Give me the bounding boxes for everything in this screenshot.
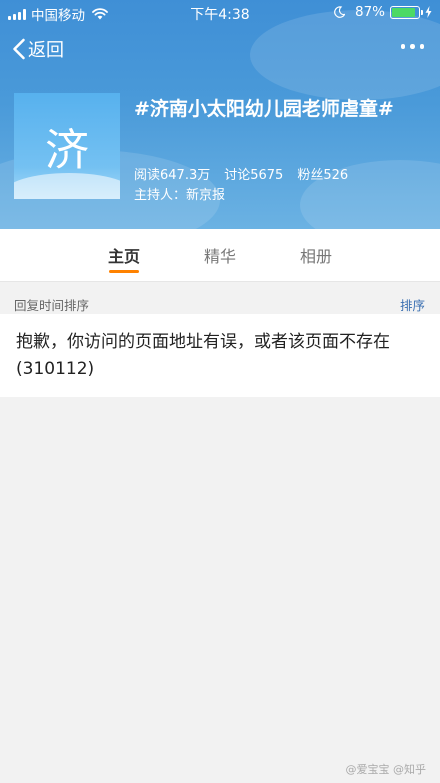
more-dot <box>410 44 415 49</box>
tab-label: 主页 <box>107 247 140 266</box>
tab-featured[interactable]: 精华 <box>190 243 250 267</box>
back-label: 返回 <box>28 40 64 61</box>
watermark: @爱宝宝 @知乎 <box>345 763 427 776</box>
battery-level-fill <box>392 7 415 17</box>
topic-logo: 济 <box>14 93 120 199</box>
more-options-button[interactable] <box>400 44 424 49</box>
tab-home[interactable]: 主页 <box>94 243 154 273</box>
battery-percent: 87% <box>354 4 385 20</box>
chevron-left-icon <box>13 38 25 60</box>
error-message-card: 抱歉，你访问的页面地址有误，或者该页面不存在 (310112) <box>0 314 440 397</box>
nav-bar: 返回 <box>0 32 440 68</box>
more-dot <box>400 44 405 49</box>
sort-bar: 回复时间排序 排序 <box>0 282 440 314</box>
fan-count: 粉丝526 <box>297 168 349 183</box>
tab-label: 精华 <box>203 247 236 266</box>
topic-title: #济南小太阳幼儿园老师虐童# <box>134 98 394 120</box>
tab-label: 相册 <box>299 247 332 266</box>
tab-album[interactable]: 相册 <box>286 243 346 267</box>
sort-button[interactable]: 排序 <box>400 295 425 314</box>
sort-label: 回复时间排序 <box>14 298 90 313</box>
charging-bolt-icon <box>425 6 432 18</box>
topic-header: 中国移动 下午4:38 87% 返回 济 #济南小太阳幼儿园老师虐童# 阅读64… <box>0 0 440 229</box>
topic-stats: 阅读647.3万 讨论5675 粉丝526 <box>134 164 348 183</box>
error-message-text: 抱歉，你访问的页面地址有误，或者该页面不存在 (310112) <box>16 332 390 379</box>
back-button[interactable]: 返回 <box>12 36 64 62</box>
status-bar: 中国移动 下午4:38 87% <box>0 0 440 26</box>
more-dot <box>419 44 424 49</box>
read-count: 阅读647.3万 <box>134 168 211 183</box>
moon-icon <box>334 6 345 18</box>
active-tab-indicator <box>109 270 139 273</box>
battery-icon <box>390 5 423 19</box>
discussion-count: 讨论5675 <box>224 168 284 183</box>
tab-bar: 主页 精华 相册 <box>0 229 440 282</box>
topic-logo-char: 济 <box>45 125 89 176</box>
topic-host: 主持人：新京报 <box>134 188 226 203</box>
